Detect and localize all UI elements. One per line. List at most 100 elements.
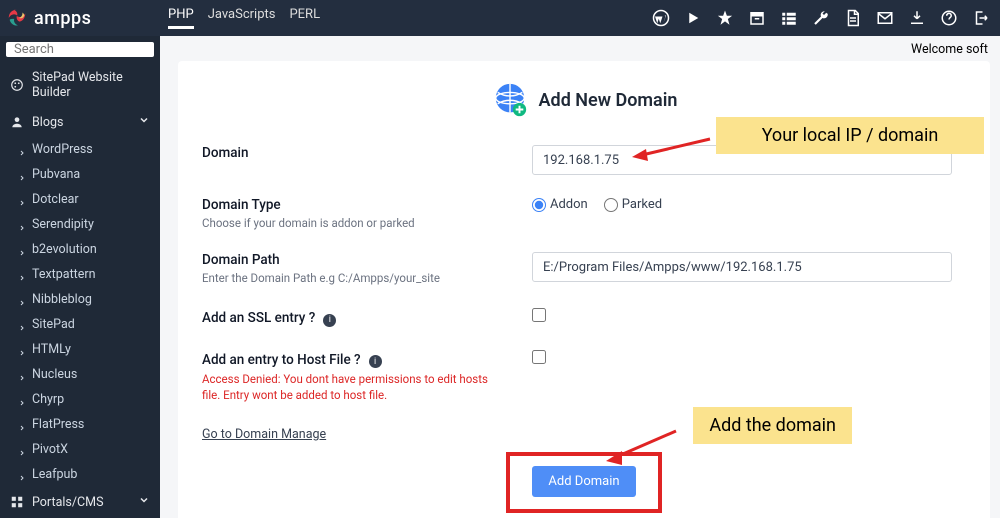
- domain-path-hint: Enter the Domain Path e.g C:/Ampps/your_…: [202, 271, 512, 285]
- sidebar-item-label: SitePad: [32, 317, 75, 332]
- topbar: ampps PHP JavaScripts PERL: [0, 0, 1000, 36]
- sidebar-item-htmly[interactable]: HTMLy: [0, 337, 160, 362]
- sidebar-item-label: Leafpub: [32, 467, 77, 482]
- search-box[interactable]: [6, 42, 154, 57]
- list-icon[interactable]: [780, 9, 798, 27]
- info-icon[interactable]: i: [369, 355, 382, 368]
- globe-add-icon: [491, 81, 529, 119]
- hosts-checkbox[interactable]: [532, 350, 546, 364]
- top-icons: [652, 9, 990, 27]
- chevron-right-icon: [18, 296, 26, 304]
- chevron-down-icon: [138, 494, 150, 510]
- chevron-right-icon: [18, 371, 26, 379]
- radio-parked[interactable]: Parked: [604, 197, 662, 212]
- logo[interactable]: ampps: [6, 7, 160, 29]
- sidebar-cat-blogs[interactable]: Blogs: [0, 107, 160, 137]
- chevron-right-icon: [18, 446, 26, 454]
- page-title: Add New Domain: [202, 81, 966, 119]
- chevron-right-icon: [18, 471, 26, 479]
- sidebar-item-leafpub[interactable]: Leafpub: [0, 462, 160, 487]
- chevron-right-icon: [18, 171, 26, 179]
- logo-text: ampps: [34, 8, 91, 29]
- sidebar-item-dotclear[interactable]: Dotclear: [0, 187, 160, 212]
- sidebar-cat-portals[interactable]: Portals/CMS: [0, 487, 160, 517]
- chevron-right-icon: [18, 246, 26, 254]
- sidebar-item-label: PivotX: [32, 442, 68, 457]
- star-icon[interactable]: [716, 9, 734, 27]
- sidebar-item-sitepad[interactable]: SitePad: [0, 312, 160, 337]
- chevron-right-icon: [18, 146, 26, 154]
- main-content: Welcome soft Your local IP / domain Add …: [160, 36, 1000, 518]
- sidebar-item-b2evolution[interactable]: b2evolution: [0, 237, 160, 262]
- document-icon[interactable]: [844, 9, 862, 27]
- sidebar-item-label: Serendipity: [32, 217, 94, 232]
- tab-javascripts[interactable]: JavaScripts: [208, 7, 276, 29]
- sidebar-item-nucleus[interactable]: Nucleus: [0, 362, 160, 387]
- sidebar-item-pivotx[interactable]: PivotX: [0, 437, 160, 462]
- tab-php[interactable]: PHP: [168, 7, 194, 29]
- sidebar-item-label: Nucleus: [32, 367, 77, 382]
- domain-type-hint: Choose if your domain is addon or parked: [202, 216, 512, 230]
- chevron-right-icon: [18, 221, 26, 229]
- sidebar-item-serendipity[interactable]: Serendipity: [0, 212, 160, 237]
- sidebar-label: Blogs: [32, 115, 63, 130]
- person-icon: [10, 115, 24, 129]
- logout-icon[interactable]: [972, 9, 990, 27]
- archive-icon[interactable]: [748, 9, 766, 27]
- content-card: Your local IP / domain Add the domain Ad…: [178, 61, 990, 518]
- sidebar-item-chyrp[interactable]: Chyrp: [0, 387, 160, 412]
- download-icon[interactable]: [908, 9, 926, 27]
- sidebar-label: Portals/CMS: [32, 495, 103, 510]
- domain-label: Domain: [202, 145, 512, 161]
- help-icon[interactable]: [940, 9, 958, 27]
- radio-addon[interactable]: Addon: [532, 197, 588, 212]
- play-icon[interactable]: [684, 9, 702, 27]
- sidebar-item-wordpress[interactable]: WordPress: [0, 137, 160, 162]
- sidebar-item-label: b2evolution: [32, 242, 97, 257]
- sidebar-item-label: Dotclear: [32, 192, 79, 207]
- add-domain-button[interactable]: Add Domain: [532, 466, 635, 497]
- domain-manage-link[interactable]: Go to Domain Manage: [202, 427, 326, 442]
- sidebar-item-pubvana[interactable]: Pubvana: [0, 162, 160, 187]
- tab-perl[interactable]: PERL: [289, 7, 320, 29]
- chevron-right-icon: [18, 196, 26, 204]
- palette-icon: [10, 78, 24, 92]
- info-icon[interactable]: i: [323, 314, 336, 327]
- mail-icon[interactable]: [876, 9, 894, 27]
- chevron-right-icon: [18, 321, 26, 329]
- arrow-annotation: [604, 427, 678, 467]
- ampps-logo-icon: [6, 7, 28, 29]
- callout-ip: Your local IP / domain: [716, 117, 984, 154]
- sidebar-item-label: HTMLy: [32, 342, 71, 357]
- sidebar-item-label: Pubvana: [32, 167, 80, 182]
- sidebar-item-nibbleblog[interactable]: Nibbleblog: [0, 287, 160, 312]
- welcome-text: Welcome soft: [160, 36, 1000, 57]
- grid-icon: [10, 495, 24, 509]
- sidebar-item-label: Chyrp: [32, 392, 64, 407]
- sidebar: SitePad Website Builder Blogs WordPress P…: [0, 36, 160, 518]
- chevron-right-icon: [18, 396, 26, 404]
- callout-add: Add the domain: [693, 407, 852, 444]
- hosts-label: Add an entry to Host File ?: [202, 352, 361, 368]
- sidebar-item-flatpress[interactable]: FlatPress: [0, 412, 160, 437]
- wrench-icon[interactable]: [812, 9, 830, 27]
- chevron-right-icon: [18, 271, 26, 279]
- top-tabs: PHP JavaScripts PERL: [168, 7, 320, 29]
- page-heading: Add New Domain: [539, 90, 678, 111]
- sidebar-item-label: WordPress: [32, 142, 93, 157]
- chevron-right-icon: [18, 421, 26, 429]
- sidebar-item-textpattern[interactable]: Textpattern: [0, 262, 160, 287]
- search-input[interactable]: [14, 42, 160, 57]
- sidebar-item-label: Textpattern: [32, 267, 96, 282]
- sidebar-item-label: Nibbleblog: [32, 292, 92, 307]
- sidebar-label: SitePad Website Builder: [32, 70, 150, 100]
- sidebar-cat-sitepad[interactable]: SitePad Website Builder: [0, 63, 160, 107]
- chevron-down-icon: [138, 114, 150, 130]
- ssl-label: Add an SSL entry ?: [202, 310, 315, 326]
- domain-type-label: Domain Type: [202, 197, 512, 213]
- domain-path-label: Domain Path: [202, 252, 512, 268]
- domain-path-input[interactable]: [532, 252, 952, 282]
- chevron-right-icon: [18, 346, 26, 354]
- wordpress-icon[interactable]: [652, 9, 670, 27]
- ssl-checkbox[interactable]: [532, 308, 546, 322]
